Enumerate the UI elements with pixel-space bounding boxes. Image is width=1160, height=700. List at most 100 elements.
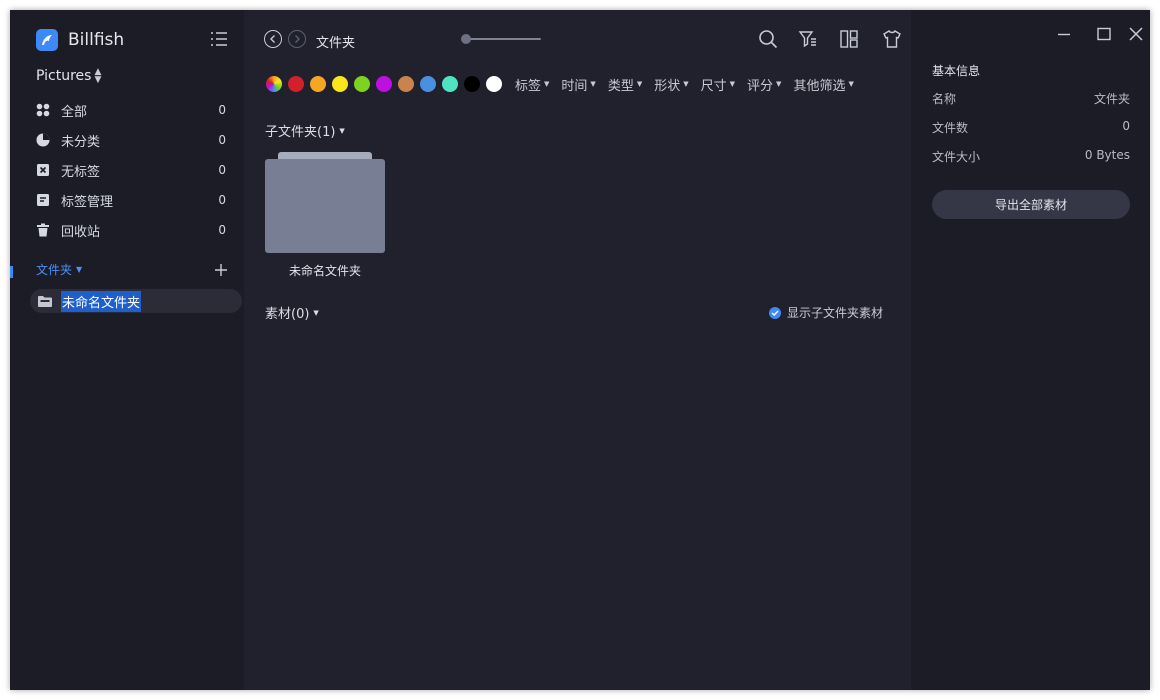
sidebar-folder-item[interactable]: 未命名文件夹 [30, 289, 242, 313]
color-filter-purple[interactable] [376, 76, 392, 92]
folder-name-editing[interactable]: 未命名文件夹 [61, 290, 142, 312]
billfish-logo-icon [36, 29, 58, 51]
pie-icon [36, 133, 50, 147]
folder-thumbnail [265, 159, 385, 253]
color-filter-white[interactable] [486, 76, 502, 92]
subfolders-section-title[interactable]: 子文件夹(1) ▼ [265, 121, 345, 140]
caret-down-icon: ▼ [636, 80, 643, 88]
search-icon[interactable] [758, 29, 778, 49]
panel-title: 基本信息 [932, 64, 981, 78]
theme-shirt-icon[interactable] [882, 29, 902, 49]
color-filter-green[interactable] [354, 76, 370, 92]
filter-type-dropdown[interactable]: 类型 ▼ [608, 75, 642, 94]
assets-section-title[interactable]: 素材(0) ▼ [265, 303, 319, 322]
sidebar-item-all[interactable]: 全部 0 [10, 95, 244, 125]
tag-manage-icon [36, 193, 50, 207]
info-value: 0 Bytes [1084, 148, 1130, 162]
info-value: 文件夹 [1093, 92, 1130, 106]
check-circle-icon [769, 306, 781, 319]
color-filter-blue[interactable] [420, 76, 436, 92]
sidebar-item-untagged[interactable]: 无标签 0 [10, 155, 244, 185]
filter-shape-dropdown[interactable]: 形状 ▼ [654, 75, 688, 94]
no-tag-icon [36, 163, 50, 177]
caret-down-icon: ▼ [339, 126, 345, 135]
sidebar-item-count: 0 [218, 193, 226, 207]
filter-label: 标签 [515, 78, 542, 94]
caret-down-icon: ▼ [544, 80, 550, 88]
caret-down-icon: ▼ [76, 265, 83, 274]
color-filter-brown[interactable] [398, 76, 414, 92]
sidebar: Billfish Pictures ▲ ▼ 全部 0 未分类 0 无标签 0 标… [10, 10, 244, 690]
back-button[interactable] [264, 30, 282, 48]
filter-label: 形状 [654, 78, 681, 94]
close-icon[interactable] [1128, 26, 1144, 42]
color-filter-orange[interactable] [310, 76, 326, 92]
app-name: Billfish [68, 30, 125, 50]
caret-down-icon: ▼ [776, 80, 782, 88]
filter-bar: 标签 ▼ 时间 ▼ 类型 ▼ 形状 ▼ 尺寸 ▼ 评分 ▼ 其他筛选 ▼ [266, 75, 859, 94]
filter-label: 评分 [747, 78, 774, 94]
filter-other-dropdown[interactable]: 其他筛选 ▼ [793, 75, 853, 94]
sidebar-item-count: 0 [218, 103, 226, 117]
minimize-icon[interactable] [1056, 26, 1072, 42]
filter-time-dropdown[interactable]: 时间 ▼ [561, 75, 595, 94]
info-key: 文件大小 [932, 150, 981, 164]
trash-icon [36, 223, 50, 237]
color-filter-red[interactable] [288, 76, 304, 92]
show-subfolder-assets-label: 显示子文件夹素材 [787, 306, 884, 320]
filter-label: 时间 [561, 78, 588, 94]
filter-tag-dropdown[interactable]: 标签 ▼ [515, 75, 549, 94]
grid-icon [36, 103, 50, 117]
color-filter-yellow[interactable] [332, 76, 348, 92]
sidebar-item-count: 0 [218, 163, 226, 177]
library-switcher[interactable]: Pictures ▲ ▼ [36, 67, 102, 85]
sidebar-item-trash[interactable]: 回收站 0 [10, 215, 244, 245]
folders-header[interactable]: 文件夹 ▼ [36, 261, 228, 278]
sidebar-item-uncategorized[interactable]: 未分类 0 [10, 125, 244, 155]
info-row-file-size: 文件大小 0 Bytes [932, 148, 1130, 165]
caret-down-icon: ▼ [848, 80, 854, 88]
sidebar-item-label: 未分类 [61, 134, 101, 150]
sidebar-item-label: 全部 [61, 104, 88, 120]
list-menu-icon[interactable] [210, 30, 228, 48]
filter-label: 尺寸 [700, 78, 727, 94]
main-content: 文件夹 标签 ▼ 时间 ▼ 类型 ▼ 形状 ▼ 尺寸 ▼ 评分 ▼ 其他筛选 ▼… [244, 10, 911, 690]
forward-button[interactable] [288, 30, 306, 48]
show-subfolder-assets-toggle[interactable]: 显示子文件夹素材 [769, 304, 883, 321]
app-window: Billfish Pictures ▲ ▼ 全部 0 未分类 0 无标签 0 标… [10, 10, 1150, 690]
layout-icon[interactable] [839, 29, 859, 49]
caret-down-icon: ▼ [590, 80, 596, 88]
add-folder-icon[interactable] [214, 263, 228, 277]
active-indicator [10, 266, 13, 278]
sidebar-item-label: 标签管理 [61, 194, 114, 210]
folder-icon [38, 295, 52, 307]
caret-down-icon: ▼ [683, 80, 689, 88]
caret-down-icon: ▼ [313, 308, 319, 317]
brand: Billfish [36, 28, 124, 52]
sidebar-item-count: 0 [218, 133, 226, 147]
info-row-file-count: 文件数 0 [932, 119, 1130, 136]
sidebar-item-tag-manager[interactable]: 标签管理 0 [10, 185, 244, 215]
filter-size-dropdown[interactable]: 尺寸 ▼ [701, 75, 735, 94]
slider-track [465, 38, 541, 40]
sort-arrows-icon: ▲ ▼ [94, 67, 102, 85]
all-colors-filter[interactable] [266, 76, 282, 92]
assets-title-label: 素材(0) [265, 307, 310, 322]
info-row-name: 名称 文件夹 [932, 90, 1130, 107]
subfolders-title-label: 子文件夹(1) [265, 125, 336, 140]
thumbnail-size-slider[interactable] [461, 34, 541, 44]
sidebar-item-label: 回收站 [61, 224, 101, 240]
library-name: Pictures [36, 68, 92, 84]
info-panel: 基本信息 名称 文件夹 文件数 0 文件大小 0 Bytes 导出全部素材 [911, 10, 1150, 690]
filter-rating-dropdown[interactable]: 评分 ▼ [747, 75, 781, 94]
export-all-button[interactable]: 导出全部素材 [932, 190, 1130, 219]
color-filter-black[interactable] [464, 76, 480, 92]
info-value: 0 [1122, 119, 1130, 133]
slider-handle[interactable] [461, 34, 471, 44]
info-key: 文件数 [932, 121, 969, 135]
maximize-icon[interactable] [1096, 26, 1112, 42]
filter-icon[interactable] [798, 29, 818, 49]
breadcrumb: 文件夹 [316, 36, 356, 51]
sidebar-item-label: 无标签 [61, 164, 101, 180]
color-filter-cyan[interactable] [442, 76, 458, 92]
